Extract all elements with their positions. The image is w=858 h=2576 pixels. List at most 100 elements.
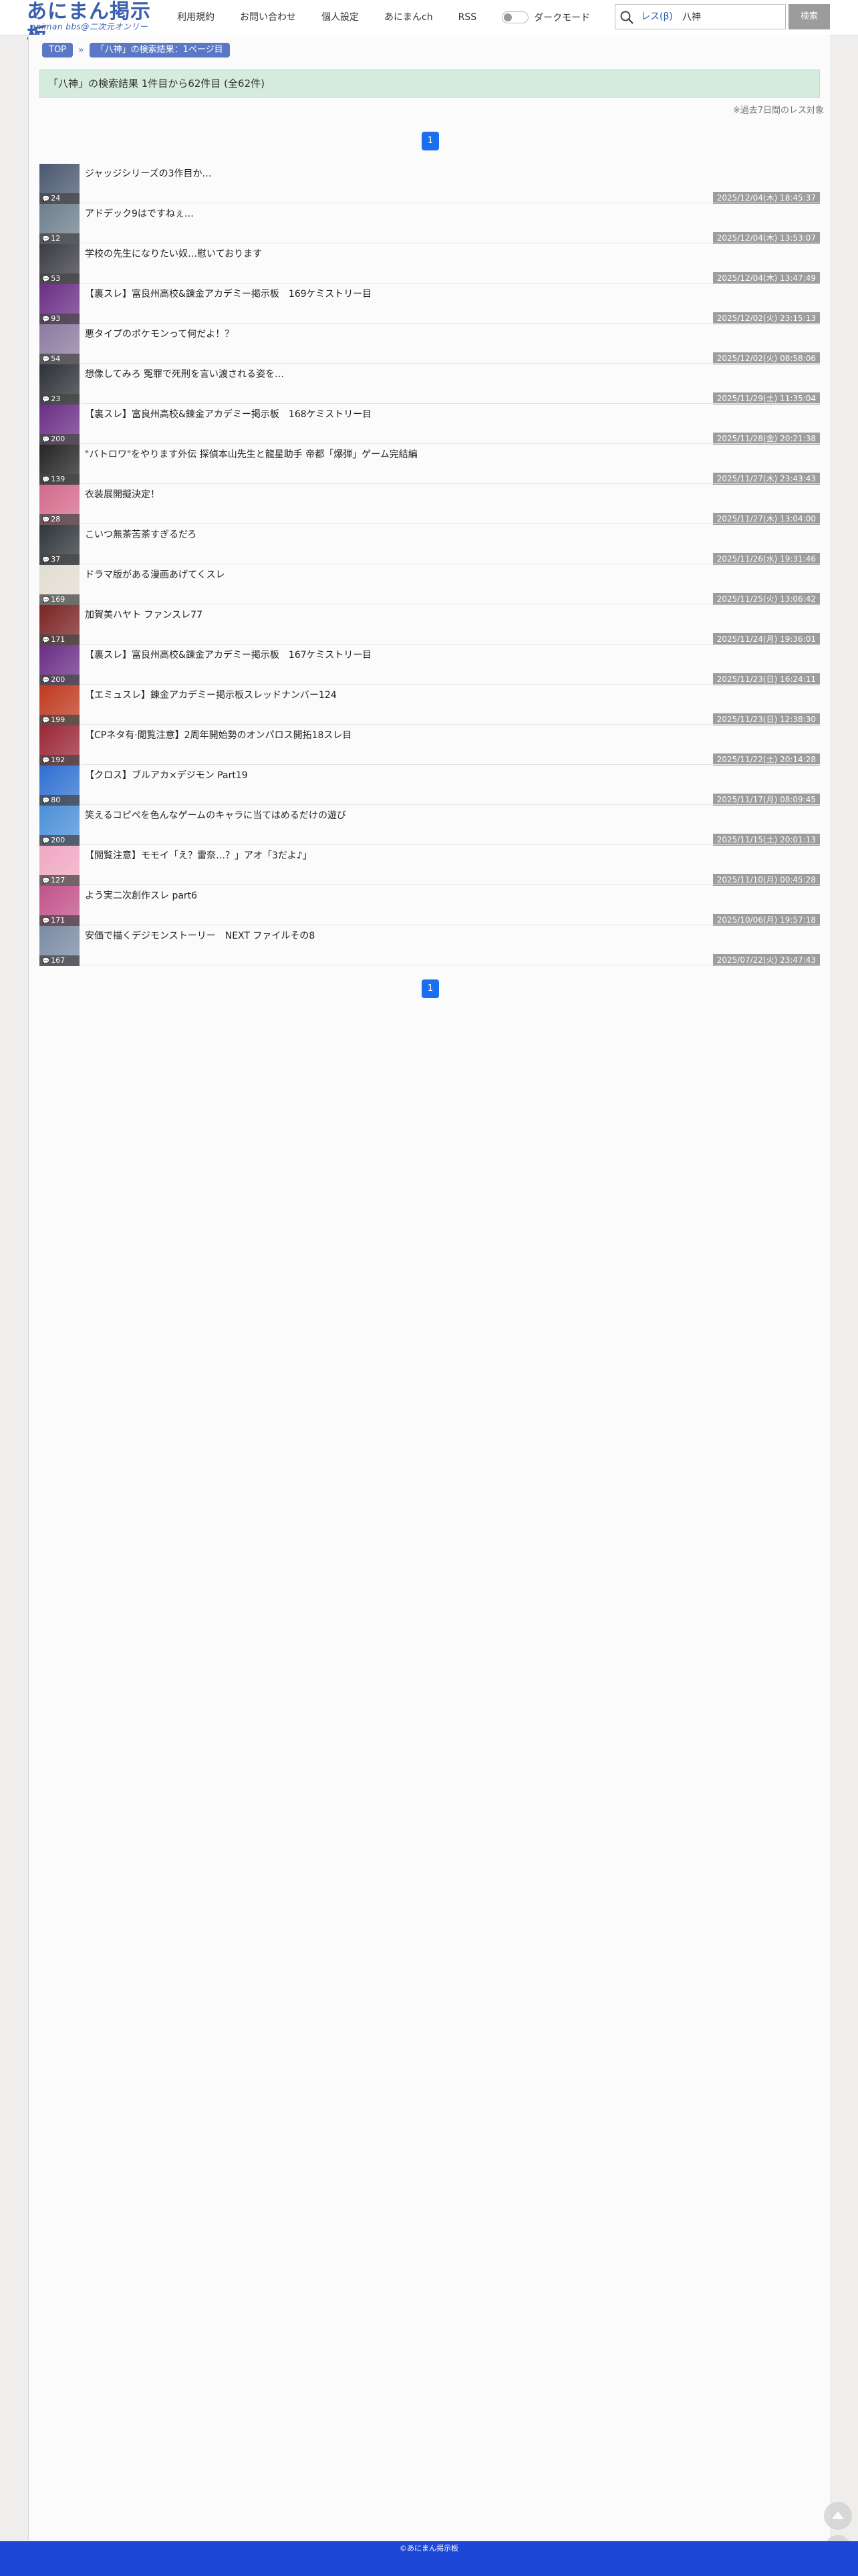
thread-thumbnail[interactable]: 💬 12	[39, 204, 80, 244]
thread-thumbnail[interactable]: 💬 80	[39, 766, 80, 806]
comment-icon: 💬	[42, 677, 50, 684]
thread-thumbnail[interactable]: 💬 127	[39, 846, 80, 886]
reply-count: 37	[51, 555, 61, 564]
thread-title-link[interactable]: 学校の先生になりたい奴…慰いております	[85, 247, 262, 260]
dark-mode-toggle[interactable]: ダークモード	[502, 11, 590, 24]
thread-row[interactable]: 💬 200 笑えるコピペを色んなゲームのキャラに当てはめるだけの遊び 2025/11/…	[39, 806, 820, 846]
thread-row[interactable]: 💬 171 よう実二次創作スレ part6 2025/10/06(月) 19:57:1…	[39, 886, 820, 926]
search-input[interactable]	[680, 7, 785, 26]
search-button[interactable]: 検索	[789, 4, 830, 29]
thread-row[interactable]: 💬 54 悪タイプのポケモンって何だよ！？ 2025/12/02(火) 08:58:0…	[39, 324, 820, 364]
thread-thumbnail[interactable]: 💬 167	[39, 926, 80, 966]
result-summary: 「八神」の検索結果 1件目から62件目 (全62件)	[39, 70, 820, 98]
thread-row[interactable]: 💬 12 アドデック9はですねぇ… 2025/12/04(木) 13:53:07	[39, 204, 820, 244]
thread-thumbnail[interactable]: 💬 200	[39, 645, 80, 685]
row-divider	[81, 363, 820, 364]
thread-title-link[interactable]: 【閲覧注意】モモイ「え？雷奈…？」アオ「3だよ♪」	[85, 848, 312, 862]
nav-terms[interactable]: 利用規約	[177, 0, 214, 35]
thread-thumbnail[interactable]: 💬 171	[39, 605, 80, 645]
thread-title-link[interactable]: ドラマ版がある漫画あげてくスレ	[85, 568, 225, 581]
nav-animanch[interactable]: あにまんch	[384, 0, 433, 35]
thread-row[interactable]: 💬 139 "バトロワ"をやります外伝 探偵本山先生と龍星助手 帝都「爆弾」ゲーム完…	[39, 445, 820, 485]
thread-row[interactable]: 💬 192 【CPネタ有·閲覧注意】2周年開始勢のオンパロス開拓18スレ目 2025/…	[39, 725, 820, 766]
comment-icon: 💬	[42, 196, 50, 203]
reply-count: 200	[51, 836, 65, 844]
thread-title-link[interactable]: こいつ無茶苦茶すぎるだろ	[85, 528, 196, 541]
thread-title-link[interactable]: 【裏スレ】富良州高校&錬金アカデミー掲示板 168ケミストリー目	[85, 407, 372, 421]
thread-title-link[interactable]: 想像してみろ 冤罪で死刑を言い渡される姿を…	[85, 367, 284, 380]
reply-count-badge: 💬 192	[39, 755, 80, 766]
thread-row[interactable]: 💬 23 想像してみろ 冤罪で死刑を言い渡される姿を… 2025/11/29(土) 1…	[39, 364, 820, 404]
thread-thumbnail[interactable]: 💬 169	[39, 565, 80, 605]
thread-thumbnail[interactable]: 💬 171	[39, 886, 80, 926]
thread-row[interactable]: 💬 200 【裏スレ】富良州高校&錬金アカデミー掲示板 168ケミストリー目 2025…	[39, 404, 820, 445]
thread-row[interactable]: 💬 24 ジャッジシリーズの3作目か… 2025/12/04(木) 18:45:37	[39, 164, 820, 204]
reply-count-badge: 💬 93	[39, 314, 80, 324]
thread-thumbnail[interactable]: 💬 24	[39, 164, 80, 204]
thread-thumbnail[interactable]: 💬 23	[39, 364, 80, 404]
thread-row[interactable]: 💬 127 【閲覧注意】モモイ「え？雷奈…？」アオ「3だよ♪」 2025/11/10(…	[39, 846, 820, 886]
breadcrumb-separator: »	[78, 45, 84, 55]
thread-thumbnail[interactable]: 💬 53	[39, 244, 80, 284]
comment-icon: 💬	[42, 557, 50, 564]
reply-count-badge: 💬 139	[39, 474, 80, 485]
thread-title-link[interactable]: 【裏スレ】富良州高校&錬金アカデミー掲示板 167ケミストリー目	[85, 648, 372, 661]
search-scope-select[interactable]: レス(β)	[641, 5, 673, 29]
breadcrumb-current[interactable]: 「八神」の検索結果：1ページ目	[89, 43, 230, 57]
thread-title-link[interactable]: "バトロワ"をやります外伝 探偵本山先生と龍星助手 帝都「爆弾」ゲーム完結編	[85, 447, 418, 461]
nav-settings[interactable]: 個人設定	[321, 0, 359, 35]
thread-row[interactable]: 💬 93 【裏スレ】富良州高校&錬金アカデミー掲示板 169ケミストリー目 2025/…	[39, 284, 820, 324]
comment-icon: 💬	[42, 316, 50, 323]
row-divider	[81, 804, 820, 805]
thread-thumbnail[interactable]: 💬 139	[39, 445, 80, 485]
site-logo[interactable]: あにまん掲示板 animan bbs@二次元オンリー	[27, 0, 167, 47]
thread-thumbnail[interactable]: 💬 93	[39, 284, 80, 324]
thread-title-link[interactable]: 悪タイプのポケモンって何だよ！？	[85, 327, 234, 340]
thread-row[interactable]: 💬 37 こいつ無茶苦茶すぎるだろ 2025/11/26(水) 19:31:46	[39, 525, 820, 565]
reply-count-badge: 💬 171	[39, 634, 80, 645]
thread-thumbnail[interactable]: 💬 192	[39, 725, 80, 766]
comment-icon: 💬	[42, 878, 50, 885]
thread-row[interactable]: 💬 53 学校の先生になりたい奴…慰いております 2025/12/04(木) 13:4…	[39, 244, 820, 284]
thread-row[interactable]: 💬 200 【裏スレ】富良州高校&錬金アカデミー掲示板 167ケミストリー目 2025…	[39, 645, 820, 685]
thread-title-link[interactable]: ジャッジシリーズの3作目か…	[85, 166, 212, 180]
thread-thumbnail[interactable]: 💬 199	[39, 685, 80, 725]
thread-row[interactable]: 💬 28 衣装展開擬決定！ 2025/11/27(木) 13:04:00	[39, 485, 820, 525]
thread-title-link[interactable]: 安価で描くデジモンストーリー NEXT ファイルその8	[85, 929, 315, 942]
row-divider	[81, 403, 820, 404]
thread-title-link[interactable]: 衣装展開擬決定！	[85, 487, 160, 501]
pagination-bottom-page[interactable]: 1	[422, 979, 439, 998]
thread-title-link[interactable]: 加賀美ハヤト ファンスレ77	[85, 608, 202, 621]
reply-count: 200	[51, 675, 65, 684]
thread-title-link[interactable]: よう実二次創作スレ part6	[85, 889, 197, 902]
reply-count-badge: 💬 171	[39, 915, 80, 926]
thread-row[interactable]: 💬 171 加賀美ハヤト ファンスレ77 2025/11/24(月) 19:36:01	[39, 605, 820, 645]
pagination-top-page[interactable]: 1	[422, 132, 439, 150]
reply-count: 171	[51, 635, 65, 644]
thread-row[interactable]: 💬 167 安価で描くデジモンストーリー NEXT ファイルその8 2025/07/2…	[39, 926, 820, 966]
thread-thumbnail[interactable]: 💬 28	[39, 485, 80, 525]
thread-title-link[interactable]: アドデック9はですねぇ…	[85, 207, 194, 220]
search-box: レス(β)	[615, 4, 786, 29]
reply-count-badge: 💬 127	[39, 875, 80, 886]
toggle-switch[interactable]	[502, 11, 529, 23]
breadcrumb-top[interactable]: TOP	[42, 43, 74, 57]
thread-row[interactable]: 💬 199 【エミュスレ】錬金アカデミー掲示板スレッドナンバー124 2025/11/…	[39, 685, 820, 725]
thread-thumbnail[interactable]: 💬 54	[39, 324, 80, 364]
thread-thumbnail[interactable]: 💬 37	[39, 525, 80, 565]
thread-row[interactable]: 💬 169 ドラマ版がある漫画あげてくスレ 2025/11/25(火) 13:06:4…	[39, 565, 820, 605]
thread-title-link[interactable]: 【エミュスレ】錬金アカデミー掲示板スレッドナンバー124	[85, 688, 337, 701]
comment-icon: 💬	[42, 437, 50, 443]
thread-title-link[interactable]: 【裏スレ】富良州高校&錬金アカデミー掲示板 169ケミストリー目	[85, 287, 372, 300]
thread-title-link[interactable]: 【CPネタ有·閲覧注意】2周年開始勢のオンパロス開拓18スレ目	[85, 728, 351, 741]
scroll-top-button[interactable]	[824, 2502, 852, 2530]
nav-contact[interactable]: お問い合わせ	[240, 0, 296, 35]
nav-rss[interactable]: RSS	[458, 0, 477, 35]
thread-row[interactable]: 💬 80 【クロス】ブルアカ×デジモン Part19 2025/11/17(月) 08…	[39, 766, 820, 806]
thread-title-link[interactable]: 【クロス】ブルアカ×デジモン Part19	[85, 768, 248, 782]
thread-thumbnail[interactable]: 💬 200	[39, 404, 80, 445]
row-divider	[81, 644, 820, 645]
thread-thumbnail[interactable]: 💬 200	[39, 806, 80, 846]
row-divider	[81, 523, 820, 524]
thread-title-link[interactable]: 笑えるコピペを色んなゲームのキャラに当てはめるだけの遊び	[85, 808, 346, 822]
